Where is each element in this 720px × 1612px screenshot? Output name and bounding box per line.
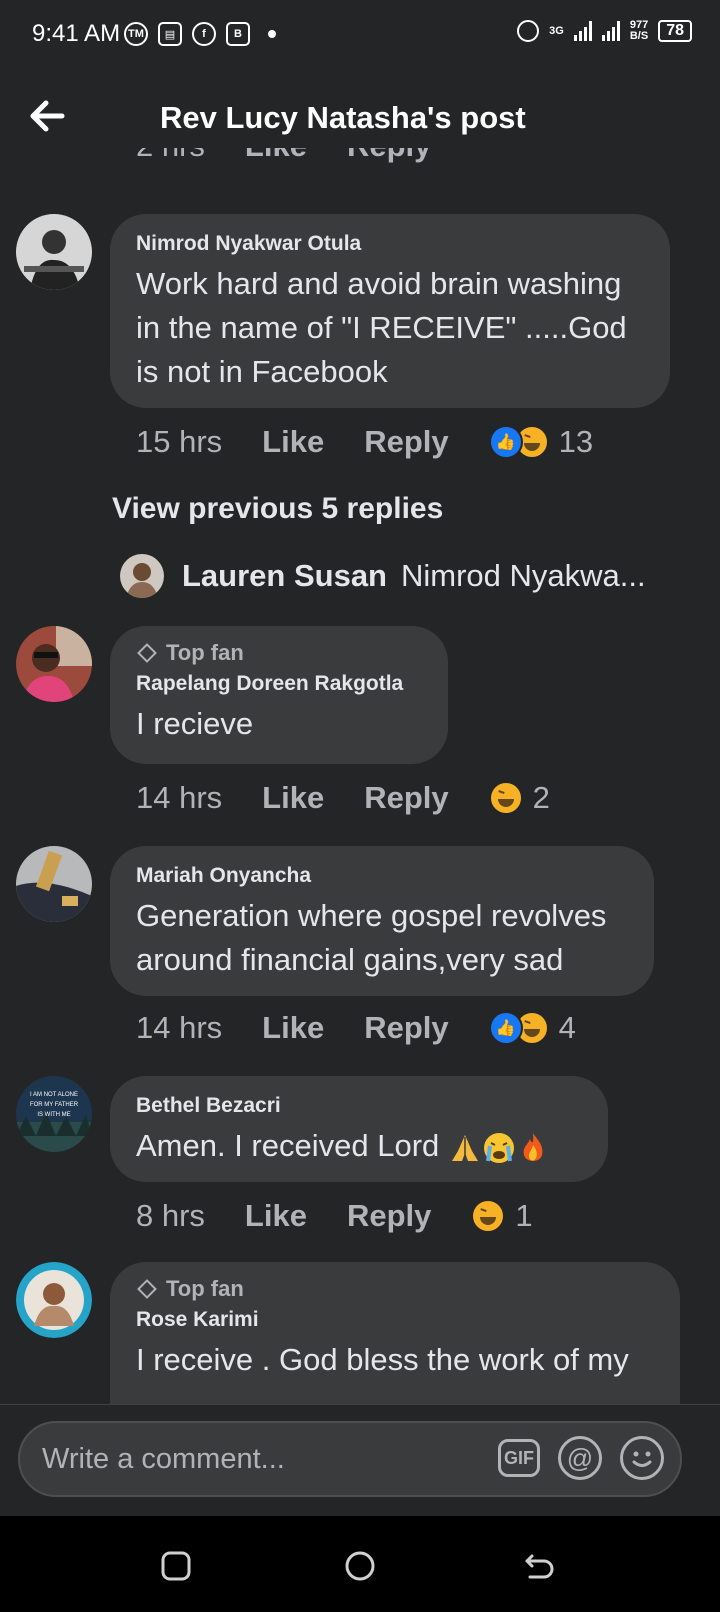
- back-nav-icon[interactable]: [524, 1550, 556, 1582]
- page-title: Rev Lucy Natasha's post: [160, 100, 526, 135]
- like-button[interactable]: Like: [245, 1198, 307, 1234]
- avatar-text-line: FOR MY FATHER: [30, 1102, 79, 1108]
- reaction-count: 1: [515, 1198, 533, 1233]
- haha-reaction-icon: [488, 781, 523, 815]
- comment-author[interactable]: Rapelang Doreen Rakgotla: [136, 672, 422, 696]
- like-button[interactable]: Like: [262, 1010, 324, 1046]
- comment-time: 15 hrs: [136, 424, 223, 459]
- reply-button[interactable]: Reply: [364, 780, 448, 816]
- status-bar: 9:41 AM TM ▤ f B 3G 977 B/S 78: [0, 0, 720, 72]
- back-arrow-icon[interactable]: [26, 94, 70, 138]
- signal-icon: [573, 21, 592, 41]
- app-notification-icon: B: [226, 22, 250, 46]
- reactions-summary[interactable]: 👍 13: [488, 424, 594, 460]
- like-button[interactable]: Like: [245, 148, 307, 164]
- comment-input[interactable]: Write a comment... GIF @: [18, 1421, 682, 1497]
- network-type: 3G: [549, 24, 564, 37]
- like-button[interactable]: Like: [262, 780, 324, 816]
- reply-button[interactable]: Reply: [364, 1010, 448, 1046]
- reaction-count: 2: [532, 780, 550, 815]
- more-notifications-icon: [268, 30, 276, 38]
- comment-author[interactable]: Rose Karimi: [136, 1308, 654, 1332]
- reply-button[interactable]: Reply: [347, 148, 431, 164]
- reaction-count: 4: [558, 1010, 576, 1045]
- comment-time: 14 hrs: [136, 780, 223, 815]
- comment-author[interactable]: Nimrod Nyakwar Otula: [136, 232, 644, 256]
- tm-notification-icon: TM: [124, 22, 148, 46]
- comment-bubble[interactable]: Top fan Rose Karimi I receive . God bles…: [110, 1262, 680, 1404]
- comment-time: 2 hrs: [136, 148, 205, 164]
- data-speed: 977 B/S: [629, 19, 649, 42]
- system-navigation-bar: [0, 1516, 720, 1612]
- mention-button[interactable]: @: [558, 1436, 602, 1480]
- notification-icons: TM ▤ f B: [124, 22, 276, 46]
- top-fan-badge: Top fan: [136, 640, 422, 666]
- message-notification-icon: ▤: [158, 22, 182, 46]
- system-indicators: 3G 977 B/S 78: [517, 20, 692, 42]
- reaction-count: 13: [558, 424, 594, 459]
- signal-2-icon: [601, 21, 620, 41]
- haha-reaction-icon: [471, 1199, 506, 1233]
- like-button[interactable]: Like: [262, 424, 324, 460]
- battery-icon: 78: [658, 20, 692, 42]
- comment-author[interactable]: Bethel Bezacri: [136, 1094, 582, 1118]
- avatar: [120, 554, 164, 598]
- avatar-text-line: IS WITH ME: [37, 1112, 70, 1118]
- crying-face-emoji: [482, 1131, 516, 1165]
- alarm-icon: [517, 20, 540, 42]
- avatar[interactable]: I AM NOT ALONE FOR MY FATHER IS WITH ME: [16, 1076, 92, 1152]
- reactions-summary[interactable]: 1: [471, 1198, 533, 1234]
- comment-text: Work hard and avoid brain washing in the…: [136, 266, 627, 389]
- comment-text: I receive . God bless the work of my: [136, 1342, 629, 1377]
- view-previous-replies[interactable]: View previous 5 replies: [112, 492, 443, 526]
- comment-composer: Write a comment... GIF @: [0, 1404, 720, 1517]
- reply-author: Lauren Susan: [182, 558, 387, 593]
- reactions-summary[interactable]: 2: [488, 780, 550, 816]
- status-time: 9:41 AM: [32, 20, 121, 47]
- comment-meta-row: 15 hrs Like Reply 👍 13: [136, 424, 593, 460]
- comments-feed[interactable]: 2 hrs Like Reply Nimrod Nyakwar Otula Wo…: [0, 148, 720, 1404]
- recent-apps-icon[interactable]: [160, 1550, 192, 1582]
- facebook-notification-icon: f: [192, 22, 216, 46]
- comment-meta-row: 14 hrs Like Reply 2: [136, 780, 550, 816]
- comment-bubble[interactable]: Bethel Bezacri Amen. I received Lord: [110, 1076, 608, 1182]
- comment-meta-row: 2 hrs Like Reply: [136, 148, 471, 164]
- gif-button[interactable]: GIF: [498, 1439, 540, 1477]
- avatar-text-line: I AM NOT ALONE: [30, 1092, 78, 1098]
- home-icon[interactable]: [344, 1550, 376, 1582]
- avatar[interactable]: [16, 626, 92, 702]
- reply-button[interactable]: Reply: [347, 1198, 431, 1234]
- diamond-icon: [137, 1279, 157, 1299]
- emoji-button[interactable]: [620, 1436, 664, 1480]
- comment-text: Generation where gospel revolves around …: [136, 898, 607, 977]
- like-reaction-icon: 👍: [488, 1011, 523, 1045]
- avatar[interactable]: [16, 214, 92, 290]
- comment-author[interactable]: Mariah Onyancha: [136, 864, 628, 888]
- comment-bubble[interactable]: Nimrod Nyakwar Otula Work hard and avoid…: [110, 214, 670, 408]
- praying-hands-emoji: [448, 1131, 482, 1165]
- reply-text: Nimrod Nyakwa...: [401, 558, 646, 593]
- comment-meta-row: 14 hrs Like Reply 👍 4: [136, 1010, 576, 1046]
- top-fan-badge: Top fan: [136, 1276, 654, 1302]
- diamond-icon: [137, 643, 157, 663]
- reply-preview[interactable]: Lauren Susan Nimrod Nyakwa...: [120, 554, 680, 598]
- reply-button[interactable]: Reply: [364, 424, 448, 460]
- comment-text: I recieve: [136, 706, 254, 741]
- reactions-summary[interactable]: 👍 4: [488, 1010, 576, 1046]
- comment-meta-row: 8 hrs Like Reply 1: [136, 1198, 533, 1234]
- avatar[interactable]: [16, 1262, 92, 1338]
- avatar[interactable]: [16, 846, 92, 922]
- comment-bubble[interactable]: Top fan Rapelang Doreen Rakgotla I recie…: [110, 626, 448, 764]
- comment-text: Amen. I received Lord: [136, 1124, 582, 1168]
- like-reaction-icon: 👍: [488, 425, 523, 459]
- comment-bubble[interactable]: Mariah Onyancha Generation where gospel …: [110, 846, 654, 996]
- fire-emoji: [516, 1131, 550, 1165]
- comment-time: 14 hrs: [136, 1010, 223, 1045]
- comment-time: 8 hrs: [136, 1198, 205, 1233]
- comment-placeholder: Write a comment...: [42, 1443, 285, 1475]
